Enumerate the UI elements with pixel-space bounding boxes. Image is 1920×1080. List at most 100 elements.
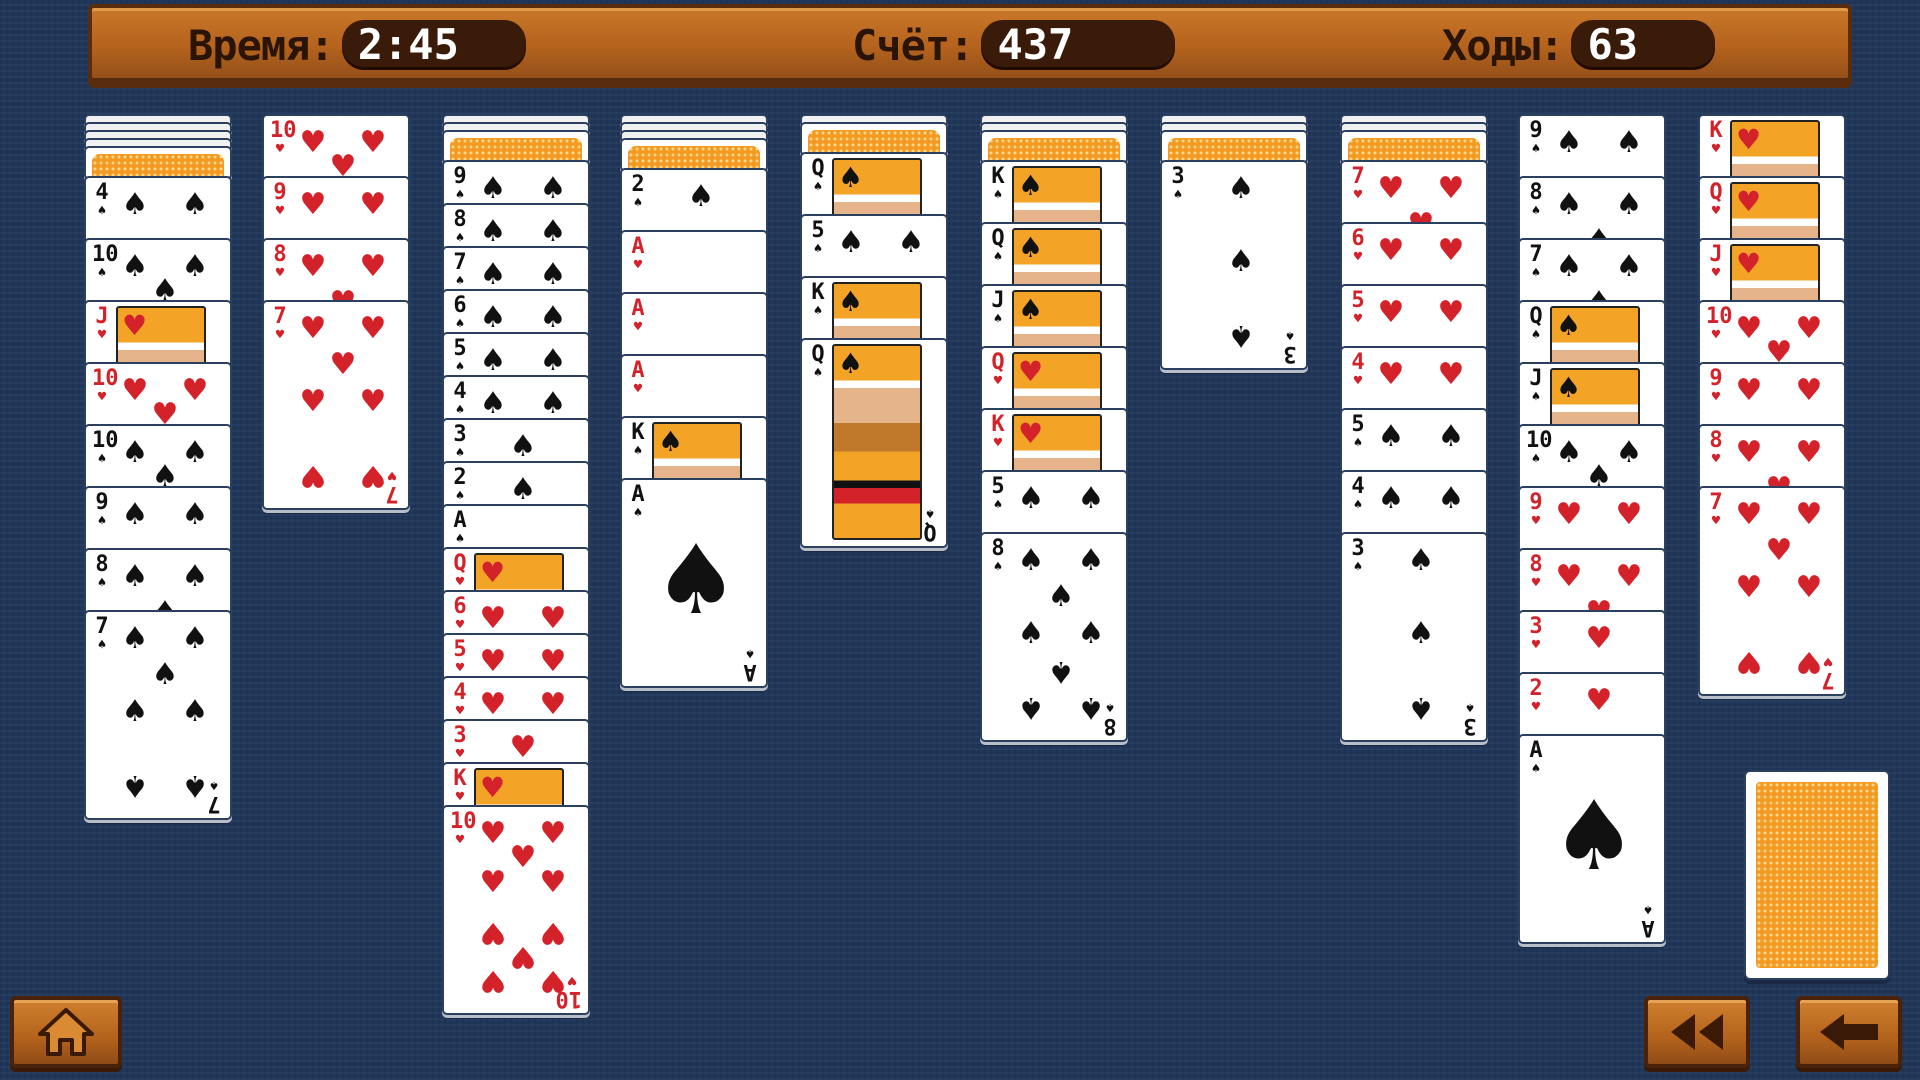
card-suit-icon: ♥ bbox=[387, 467, 397, 483]
playing-card[interactable]: 3♠♠♠♠3♠ bbox=[1160, 160, 1308, 370]
card-rank: Q♠ bbox=[920, 505, 940, 544]
card-rank-text: 9 bbox=[273, 180, 287, 205]
card-suit-icon: ♥ bbox=[1765, 533, 1793, 568]
card-suit-icon: ♠ bbox=[121, 694, 149, 729]
card-suit-icon: ♥ bbox=[1615, 497, 1643, 532]
card-suit-icon: ♥ bbox=[299, 125, 327, 160]
card-rank-text: 8 bbox=[1709, 428, 1723, 453]
card-suit-icon: ♠ bbox=[1285, 327, 1295, 343]
card-suit-icon: ♠ bbox=[479, 386, 507, 421]
card-suit-icon: ♥ bbox=[1615, 559, 1643, 594]
card-rank: 7♥ bbox=[382, 467, 402, 506]
card-suit-icon: ♠ bbox=[1556, 371, 1582, 404]
playing-card[interactable]: 7♠♠♠♠♠♠♠♠7♠ bbox=[84, 610, 232, 820]
playing-card[interactable]: Q♠♠Q♠ bbox=[800, 338, 948, 548]
card-rank: J♠ bbox=[988, 290, 1008, 327]
card-suit-icon: ♥ bbox=[1531, 699, 1541, 715]
stock-pile[interactable] bbox=[1744, 770, 1890, 980]
playing-card[interactable]: 8♠♠♠♠♠♠♠♠♠8♠ bbox=[980, 532, 1128, 742]
card-rank: 4♥ bbox=[1348, 352, 1368, 389]
card-rank-text: A bbox=[631, 358, 645, 383]
card-suit-icon: ♠ bbox=[509, 472, 537, 507]
card-rank: A♠ bbox=[1526, 740, 1546, 777]
card-suit-icon: ♠ bbox=[838, 285, 864, 318]
card-rank: Q♠ bbox=[808, 158, 828, 195]
playing-card[interactable]: A♠♠A♠ bbox=[1518, 734, 1666, 944]
card-suit-icon: ♥ bbox=[479, 963, 507, 998]
card-rank-text: K bbox=[631, 420, 645, 445]
card-suit-icon: ♥ bbox=[509, 730, 537, 765]
card-suit-icon: ♥ bbox=[97, 327, 107, 343]
card-rank-text: 7 bbox=[273, 304, 287, 329]
card-suit-icon: ♠ bbox=[1531, 761, 1541, 777]
card-suit-icon: ♠ bbox=[97, 451, 107, 467]
card-suit-icon: ♥ bbox=[479, 687, 507, 722]
card-suit-icon: ♥ bbox=[1711, 203, 1721, 219]
card-suit-icon: ♠ bbox=[1615, 187, 1643, 222]
home-button[interactable] bbox=[10, 996, 122, 1068]
undo-button[interactable] bbox=[1796, 996, 1902, 1068]
card-suit-icon: ♥ bbox=[1795, 570, 1823, 605]
card-rank-text: 6 bbox=[453, 594, 467, 619]
card-rank: 9♠ bbox=[1526, 120, 1546, 157]
card-suit-icon: ♠ bbox=[745, 645, 755, 661]
card-suit-icon: ♥ bbox=[1353, 249, 1363, 265]
card-suit-icon: ♠ bbox=[897, 225, 925, 260]
card-suit-icon: ♠ bbox=[181, 559, 209, 594]
card-suit-icon: ♠ bbox=[1077, 543, 1105, 578]
playing-card[interactable]: A♠♠A♠ bbox=[620, 478, 768, 688]
card-suit-icon: ♠ bbox=[181, 187, 209, 222]
playing-card[interactable]: 10♥♥♥♥♥♥♥♥♥♥♥10♥ bbox=[442, 805, 590, 1015]
card-suit-icon: ♠ bbox=[121, 559, 149, 594]
card-suit-icon: ♥ bbox=[1735, 497, 1763, 532]
time-value: 2:45 bbox=[341, 20, 526, 70]
card-rank-text: 10 bbox=[92, 428, 119, 453]
card-suit-icon: ♠ bbox=[837, 225, 865, 260]
card-suit-icon: ♠ bbox=[993, 311, 1003, 327]
card-suit-icon: ♥ bbox=[1377, 233, 1405, 268]
card-rank-text: 4 bbox=[95, 180, 109, 205]
card-suit-icon: ♠ bbox=[97, 575, 107, 591]
card-rank: 3♠ bbox=[450, 422, 470, 461]
card-suit-icon: ♠ bbox=[455, 402, 465, 418]
card-rank: 3♥ bbox=[1526, 616, 1546, 653]
card-suit-icon: ♥ bbox=[275, 203, 285, 219]
card-suit-icon: ♠ bbox=[1531, 451, 1541, 467]
card-suit-icon: ♥ bbox=[1735, 644, 1763, 679]
playing-card[interactable]: 7♥♥♥♥♥♥♥♥7♥ bbox=[262, 300, 410, 510]
card-back-pattern bbox=[1168, 138, 1300, 160]
card-rank-text: J bbox=[95, 304, 109, 329]
card-rank-text: 7 bbox=[453, 250, 467, 275]
card-suit-icon: ♠ bbox=[1353, 559, 1363, 575]
card-rank: 10♠ bbox=[92, 430, 119, 467]
card-rank: 5♠ bbox=[808, 220, 828, 257]
card-rank: J♥ bbox=[92, 304, 112, 343]
card-suit-icon: ♠ bbox=[479, 171, 507, 206]
card-suit-icon: ♠ bbox=[1615, 249, 1643, 284]
card-rank-text: 3 bbox=[453, 422, 467, 447]
card-rank-text: 5 bbox=[991, 474, 1005, 499]
card-suit-icon: ♥ bbox=[633, 381, 643, 397]
card-rank: 4♠ bbox=[92, 180, 112, 219]
playing-card[interactable]: 7♥♥♥♥♥♥♥♥7♥ bbox=[1698, 486, 1846, 696]
card-suit-icon: ♥ bbox=[455, 789, 465, 805]
card-suit-icon: ♥ bbox=[1018, 417, 1044, 450]
card-suit-icon: ♠ bbox=[1017, 543, 1045, 578]
playing-card[interactable]: 3♠♠♠♠3♠ bbox=[1340, 532, 1488, 742]
card-suit-icon: ♠ bbox=[121, 187, 149, 222]
card-suit-icon: ♠ bbox=[539, 171, 567, 206]
card-suit-icon: ♥ bbox=[539, 915, 567, 950]
card-suit-icon: ♥ bbox=[1823, 653, 1833, 669]
card-suit-icon: ♥ bbox=[1531, 575, 1541, 591]
card-rank-text: 2 bbox=[631, 172, 645, 197]
card-rank: 9♥ bbox=[1706, 368, 1726, 405]
card-rank-text: 4 bbox=[453, 379, 467, 404]
card-rank: Q♥ bbox=[450, 553, 470, 590]
card-rank: 6♥ bbox=[450, 594, 470, 633]
card-back-pattern bbox=[628, 146, 760, 168]
card-rank: Q♠ bbox=[988, 228, 1008, 265]
undo-all-button[interactable] bbox=[1644, 996, 1750, 1068]
hidden-card bbox=[442, 130, 590, 164]
card-rank: 8♠ bbox=[1100, 699, 1120, 738]
card-suit-icon: ♠ bbox=[121, 497, 149, 532]
